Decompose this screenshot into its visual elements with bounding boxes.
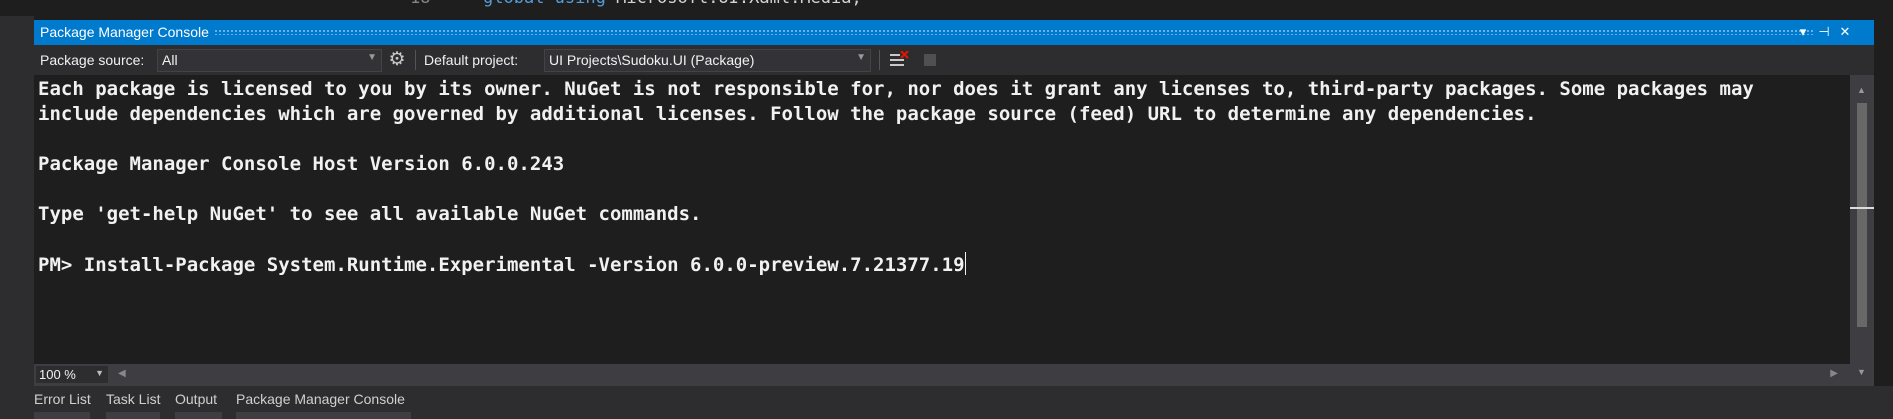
- editor-line-number: 18: [410, 0, 430, 8]
- editor-keyword: global using: [483, 0, 606, 8]
- tab-task-list[interactable]: Task List: [106, 391, 160, 407]
- toolbar-separator: [879, 50, 880, 70]
- package-source-label: Package source:: [40, 52, 145, 68]
- tab-underline: [106, 412, 160, 419]
- stop-icon[interactable]: [924, 54, 936, 66]
- chevron-down-icon: ▼: [856, 52, 866, 63]
- tab-underline: [175, 412, 222, 419]
- console-toolbar: Package source: All ▼ ⚙ Default project:…: [34, 45, 1874, 75]
- horizontal-scrollbar[interactable]: 100 % ▼ ◀ ▶: [34, 364, 1850, 386]
- clear-console-icon[interactable]: [889, 51, 909, 69]
- tab-package-manager-console[interactable]: Package Manager Console: [236, 391, 405, 407]
- console-line: include dependencies which are governed …: [38, 103, 1537, 125]
- package-source-select[interactable]: All ▼: [157, 49, 382, 72]
- scroll-up-icon[interactable]: ▲: [1857, 85, 1866, 95]
- chevron-down-icon: ▼: [367, 52, 377, 63]
- scroll-position-marker: [1850, 207, 1874, 209]
- panel-title: Package Manager Console: [40, 24, 209, 40]
- package-source-value: All: [162, 52, 178, 68]
- tab-error-list[interactable]: Error List: [34, 391, 91, 407]
- scroll-left-icon[interactable]: ◀: [118, 368, 126, 379]
- text-caret: [964, 252, 966, 275]
- editor-code-line[interactable]: global using Microsoft.UI.Xaml.Media;: [483, 0, 862, 8]
- package-manager-console-panel: Package Manager Console ▾ ⊣ ✕ Package so…: [34, 20, 1874, 386]
- default-project-label: Default project:: [424, 52, 519, 68]
- code-editor-strip: 18 global using Microsoft.UI.Xaml.Media;: [0, 0, 1893, 16]
- editor-code-text: Microsoft.UI.Xaml.Media;: [616, 0, 862, 8]
- left-tool-rail: [0, 16, 34, 419]
- default-project-value: UI Projects\Sudoku.UI (Package): [549, 52, 755, 68]
- default-project-select[interactable]: UI Projects\Sudoku.UI (Package) ▼: [544, 49, 871, 72]
- bottom-tool-tabs: Error List Task List Output Package Mana…: [0, 386, 1893, 419]
- vertical-scrollbar[interactable]: ▲ ▼: [1850, 75, 1874, 386]
- console-command-line[interactable]: PM> Install-Package System.Runtime.Exper…: [38, 252, 966, 278]
- zoom-value: 100 %: [39, 367, 76, 382]
- toolbar-separator: [415, 50, 416, 70]
- zoom-select[interactable]: 100 % ▼: [36, 366, 108, 383]
- tab-output[interactable]: Output: [175, 391, 217, 407]
- console-line: Package Manager Console Host Version 6.0…: [38, 153, 565, 175]
- chevron-down-icon: ▼: [95, 368, 104, 378]
- console-line: Each package is licensed to you by its o…: [38, 78, 1754, 100]
- scroll-thumb[interactable]: [1857, 103, 1867, 327]
- gear-icon[interactable]: ⚙: [386, 49, 408, 71]
- auto-hide-pin-icon[interactable]: ⊣: [1815, 22, 1833, 42]
- tab-underline: [236, 412, 411, 419]
- scroll-down-icon[interactable]: ▼: [1857, 367, 1866, 377]
- tab-underline: [34, 412, 90, 419]
- console-line: Type 'get-help NuGet' to see all availab…: [38, 203, 702, 225]
- close-icon[interactable]: ✕: [1836, 22, 1854, 42]
- panel-titlebar[interactable]: Package Manager Console ▾ ⊣ ✕: [34, 20, 1874, 45]
- console-command-text: PM> Install-Package System.Runtime.Exper…: [38, 254, 965, 276]
- window-position-dropdown-icon[interactable]: ▾: [1794, 22, 1812, 42]
- scroll-right-icon[interactable]: ▶: [1830, 368, 1838, 379]
- titlebar-grip: [214, 29, 1814, 35]
- console-output[interactable]: Each package is licensed to you by its o…: [34, 75, 1850, 364]
